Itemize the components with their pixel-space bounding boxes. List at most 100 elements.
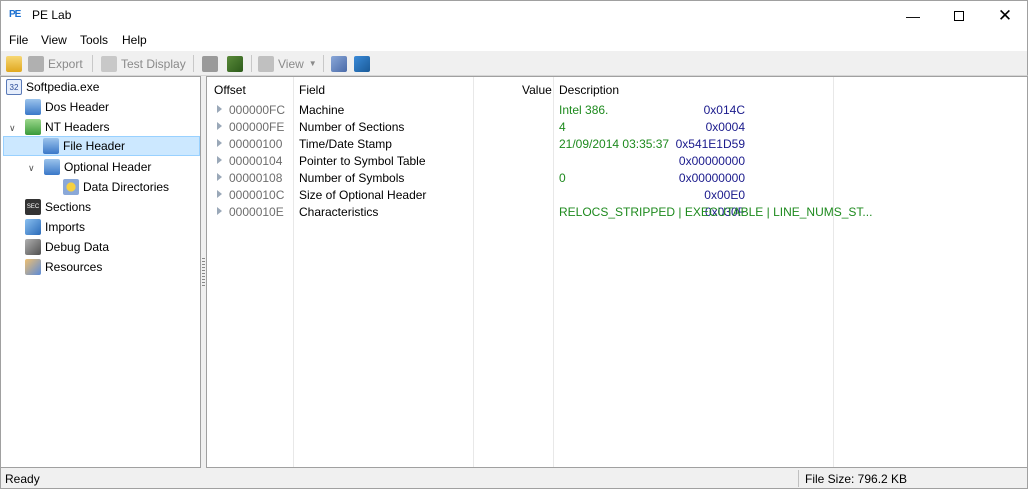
row-description: RELOCS_STRIPPED | EXECUTABLE | LINE_NUMS… xyxy=(559,205,873,219)
header-icon xyxy=(25,119,41,135)
search-icon xyxy=(331,55,347,72)
collapse-optional-header-icon[interactable]: ∨ xyxy=(28,163,35,174)
printer-icon xyxy=(202,55,218,72)
download-button[interactable] xyxy=(354,54,370,73)
row-field: Time/Date Stamp xyxy=(299,137,392,151)
fields-list[interactable]: Offset Field Value Description 000000FC M… xyxy=(206,76,1028,468)
save-icon xyxy=(28,55,44,72)
row-value: 0x00E0 xyxy=(704,188,745,202)
row-value: 0x00000000 xyxy=(678,171,745,185)
row-offset: 0000010E xyxy=(229,205,284,219)
column-header-description[interactable]: Description xyxy=(559,83,619,97)
table-row[interactable]: 00000104 Pointer to Symbol Table 0x0000000… xyxy=(207,153,1027,170)
tree-item-optional-header[interactable]: Optional Header xyxy=(44,157,151,177)
close-icon: ✕ xyxy=(997,6,1013,25)
toolbar-separator xyxy=(193,55,194,72)
text-abc-icon xyxy=(227,55,243,72)
row-description: 4 xyxy=(559,120,566,134)
row-description: Intel 386. xyxy=(559,103,609,117)
row-field: Size of Optional Header xyxy=(299,188,427,202)
row-expand-arrow-icon[interactable] xyxy=(217,173,222,181)
column-header-field[interactable]: Field xyxy=(299,83,325,97)
row-field: Number of Sections xyxy=(299,120,405,134)
status-separator xyxy=(798,470,799,487)
tree-view[interactable]: 32 Softpedia.exe Dos Header ∨ NT Headers… xyxy=(0,76,201,468)
menu-view[interactable]: View xyxy=(41,33,67,47)
row-field: Pointer to Symbol Table xyxy=(299,154,426,168)
row-expand-arrow-icon[interactable] xyxy=(217,156,222,164)
table-row[interactable]: 00000108 Number of Symbols 0x00000000 0 xyxy=(207,170,1027,187)
row-value: 0x541E1D59 xyxy=(675,137,745,151)
table-row[interactable]: 000000FE Number of Sections 0x0004 4 xyxy=(207,119,1027,136)
exe-file-icon: 32 xyxy=(6,79,22,95)
tree-item-sections[interactable]: SEC Sections xyxy=(25,197,91,217)
table-row[interactable]: 00000100 Time/Date Stamp 0x541E1D59 21/09/2… xyxy=(207,136,1027,153)
menu-bar: File View Tools Help xyxy=(0,30,1028,51)
close-button[interactable]: ✕ xyxy=(982,1,1028,31)
row-offset: 0000010C xyxy=(229,188,285,202)
table-row[interactable]: 0000010C Size of Optional Header 0x00E0 xyxy=(207,187,1027,204)
window-title: PE Lab xyxy=(32,8,72,22)
maximize-icon xyxy=(954,11,964,21)
row-expand-arrow-icon[interactable] xyxy=(217,190,222,198)
resources-icon xyxy=(25,259,41,275)
minimize-button[interactable]: — xyxy=(890,1,936,31)
menu-tools[interactable]: Tools xyxy=(80,33,108,47)
header-icon xyxy=(25,99,41,115)
search-button[interactable] xyxy=(331,54,347,73)
open-folder-icon xyxy=(6,55,22,72)
column-header-value[interactable]: Value xyxy=(522,83,552,97)
toolbar-separator xyxy=(251,55,252,72)
row-value: 0x00000000 xyxy=(678,154,745,168)
debug-icon xyxy=(25,239,41,255)
imports-icon xyxy=(25,219,41,235)
row-field: Number of Symbols xyxy=(299,171,405,185)
row-value: 0x0004 xyxy=(705,120,745,134)
collapse-nt-headers-icon[interactable]: ∨ xyxy=(9,123,16,134)
menu-file[interactable]: File xyxy=(9,33,28,47)
row-expand-arrow-icon[interactable] xyxy=(217,105,222,113)
row-field: Characteristics xyxy=(299,205,379,219)
row-expand-arrow-icon[interactable] xyxy=(217,122,222,130)
row-offset: 00000108 xyxy=(229,171,283,185)
download-arrow-icon xyxy=(354,55,370,72)
row-offset: 000000FC xyxy=(229,103,286,117)
minimize-icon: — xyxy=(906,8,920,24)
text-tool-button[interactable] xyxy=(227,54,243,73)
tree-item-data-directories[interactable]: Data Directories xyxy=(63,177,169,197)
row-expand-arrow-icon[interactable] xyxy=(217,207,222,215)
view-list-icon xyxy=(258,55,274,72)
status-text: Ready xyxy=(5,472,40,486)
tree-item-debug-data[interactable]: Debug Data xyxy=(25,237,109,257)
chevron-down-icon: ▼ xyxy=(308,59,317,68)
tree-item-nt-headers[interactable]: NT Headers xyxy=(25,117,109,137)
table-row[interactable]: 0000010E Characteristics 0x030F RELOCS_STRI… xyxy=(207,204,1027,221)
status-bar: Ready File Size: 796.2 KB xyxy=(0,468,1028,489)
splitter-grip-icon[interactable] xyxy=(202,258,205,288)
view-dropdown-button[interactable]: View ▼ xyxy=(258,54,317,73)
column-header-offset[interactable]: Offset xyxy=(214,83,246,97)
star-icon xyxy=(63,179,79,195)
header-icon xyxy=(43,138,59,154)
row-value: 0x014C xyxy=(703,103,745,117)
maximize-button[interactable] xyxy=(936,1,982,31)
open-button[interactable] xyxy=(6,54,22,73)
title-bar: PE PE Lab — ✕ xyxy=(0,0,1028,30)
row-description: 0 xyxy=(559,171,566,185)
row-expand-arrow-icon[interactable] xyxy=(217,139,222,147)
row-offset: 00000104 xyxy=(229,154,283,168)
tree-item-file-header[interactable]: File Header xyxy=(3,136,200,156)
tree-item-imports[interactable]: Imports xyxy=(25,217,85,237)
file-size-label: File Size: 796.2 KB xyxy=(805,472,908,486)
test-display-button[interactable]: Test Display xyxy=(101,54,186,73)
tree-item-softpedia-exe[interactable]: 32 Softpedia.exe xyxy=(6,77,99,97)
tree-item-dos-header[interactable]: Dos Header xyxy=(25,97,109,117)
export-button[interactable]: Export xyxy=(28,54,83,73)
tree-item-resources[interactable]: Resources xyxy=(25,257,102,277)
toolbar-separator xyxy=(323,55,324,72)
table-row[interactable]: 000000FC Machine 0x014C Intel 386. xyxy=(207,102,1027,119)
row-field: Machine xyxy=(299,103,345,117)
toolbar: Export Test Display View ▼ xyxy=(0,51,1028,76)
print-button[interactable] xyxy=(202,54,218,73)
menu-help[interactable]: Help xyxy=(122,33,147,47)
